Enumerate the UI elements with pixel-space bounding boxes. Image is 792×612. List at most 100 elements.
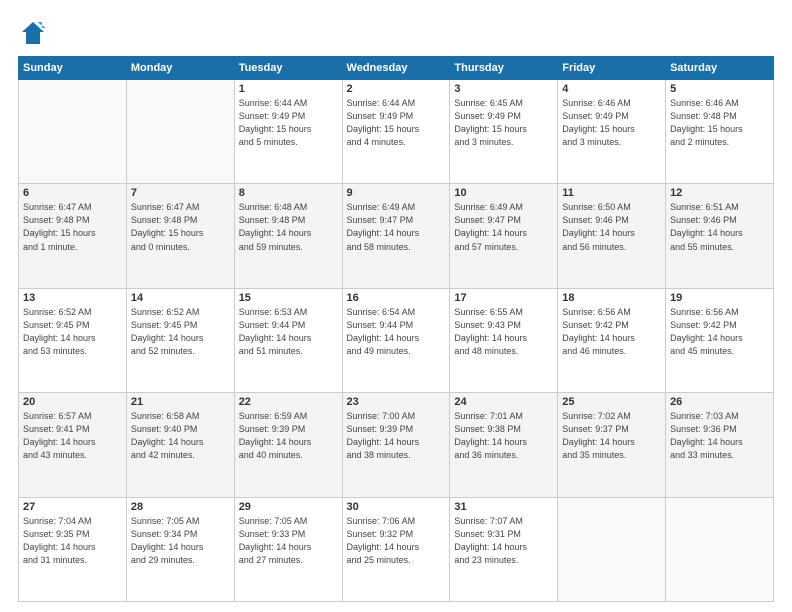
day-number: 26 — [670, 396, 769, 408]
header — [18, 18, 774, 48]
day-detail: Sunrise: 6:50 AM Sunset: 9:46 PM Dayligh… — [562, 201, 661, 253]
day-detail: Sunrise: 6:52 AM Sunset: 9:45 PM Dayligh… — [131, 306, 230, 358]
day-number: 10 — [454, 187, 553, 199]
day-number: 22 — [239, 396, 338, 408]
day-number: 29 — [239, 501, 338, 513]
day-number: 4 — [562, 83, 661, 95]
day-number: 19 — [670, 292, 769, 304]
calendar-header-row: SundayMondayTuesdayWednesdayThursdayFrid… — [19, 57, 774, 80]
calendar-table: SundayMondayTuesdayWednesdayThursdayFrid… — [18, 56, 774, 602]
day-detail: Sunrise: 6:47 AM Sunset: 9:48 PM Dayligh… — [23, 201, 122, 253]
day-number: 8 — [239, 187, 338, 199]
day-detail: Sunrise: 6:53 AM Sunset: 9:44 PM Dayligh… — [239, 306, 338, 358]
calendar-cell: 13Sunrise: 6:52 AM Sunset: 9:45 PM Dayli… — [19, 288, 127, 392]
calendar-cell — [126, 80, 234, 184]
day-detail: Sunrise: 6:55 AM Sunset: 9:43 PM Dayligh… — [454, 306, 553, 358]
calendar-cell: 30 Sunrise: 7:06 AM Sunset: 9:32 PM Dayli… — [342, 497, 450, 601]
col-header-thursday: Thursday — [450, 57, 558, 80]
day-number: 31 — [454, 501, 553, 513]
day-number: 14 — [131, 292, 230, 304]
calendar-cell: 16 Sunrise: 6:54 AM Sunset: 9:44 PM Dayli… — [342, 288, 450, 392]
day-detail: Sunrise: 6:52 AM Sunset: 9:45 PM Dayligh… — [23, 306, 122, 358]
calendar-cell: 20 Sunrise: 6:57 AM Sunset: 9:41 PM Dayli… — [19, 393, 127, 497]
calendar-week-row: 27Sunrise: 7:04 AM Sunset: 9:35 PM Dayli… — [19, 497, 774, 601]
day-number: 27 — [23, 501, 122, 513]
calendar-cell: 21 Sunrise: 6:58 AM Sunset: 9:40 PM Dayli… — [126, 393, 234, 497]
calendar-cell: 31 Sunrise: 7:07 AM Sunset: 9:31 PM Dayli… — [450, 497, 558, 601]
day-number: 21 — [131, 396, 230, 408]
calendar-cell: 11 Sunrise: 6:50 AM Sunset: 9:46 PM Dayli… — [558, 184, 666, 288]
calendar-cell: 22 Sunrise: 6:59 AM Sunset: 9:39 PM Dayli… — [234, 393, 342, 497]
calendar-cell — [666, 497, 774, 601]
day-number: 24 — [454, 396, 553, 408]
col-header-monday: Monday — [126, 57, 234, 80]
calendar-cell: 9 Sunrise: 6:49 AM Sunset: 9:47 PM Daylig… — [342, 184, 450, 288]
col-header-saturday: Saturday — [666, 57, 774, 80]
day-detail: Sunrise: 6:48 AM Sunset: 9:48 PM Dayligh… — [239, 201, 338, 253]
logo — [18, 18, 52, 48]
day-detail: Sunrise: 6:54 AM Sunset: 9:44 PM Dayligh… — [347, 306, 446, 358]
day-number: 23 — [347, 396, 446, 408]
calendar-cell: 6Sunrise: 6:47 AM Sunset: 9:48 PM Daylig… — [19, 184, 127, 288]
calendar-cell: 14 Sunrise: 6:52 AM Sunset: 9:45 PM Dayli… — [126, 288, 234, 392]
day-detail: Sunrise: 6:44 AM Sunset: 9:49 PM Dayligh… — [347, 97, 446, 149]
calendar-cell: 1 Sunrise: 6:44 AM Sunset: 9:49 PM Daylig… — [234, 80, 342, 184]
col-header-tuesday: Tuesday — [234, 57, 342, 80]
day-number: 3 — [454, 83, 553, 95]
calendar-cell: 8 Sunrise: 6:48 AM Sunset: 9:48 PM Daylig… — [234, 184, 342, 288]
day-number: 5 — [670, 83, 769, 95]
day-detail: Sunrise: 6:44 AM Sunset: 9:49 PM Dayligh… — [239, 97, 338, 149]
calendar-cell — [558, 497, 666, 601]
calendar-cell: 29Sunrise: 7:05 AM Sunset: 9:33 PM Dayli… — [234, 497, 342, 601]
col-header-friday: Friday — [558, 57, 666, 80]
day-number: 12 — [670, 187, 769, 199]
calendar-cell: 12 Sunrise: 6:51 AM Sunset: 9:46 PM Dayli… — [666, 184, 774, 288]
day-number: 1 — [239, 83, 338, 95]
day-detail: Sunrise: 6:47 AM Sunset: 9:48 PM Dayligh… — [131, 201, 230, 253]
day-detail: Sunrise: 6:51 AM Sunset: 9:46 PM Dayligh… — [670, 201, 769, 253]
calendar-week-row: 13Sunrise: 6:52 AM Sunset: 9:45 PM Dayli… — [19, 288, 774, 392]
day-detail: Sunrise: 6:49 AM Sunset: 9:47 PM Dayligh… — [454, 201, 553, 253]
day-number: 25 — [562, 396, 661, 408]
logo-icon — [18, 18, 48, 48]
day-detail: Sunrise: 6:56 AM Sunset: 9:42 PM Dayligh… — [562, 306, 661, 358]
day-detail: Sunrise: 7:06 AM Sunset: 9:32 PM Dayligh… — [347, 515, 446, 567]
day-number: 16 — [347, 292, 446, 304]
calendar-cell: 19 Sunrise: 6:56 AM Sunset: 9:42 PM Dayli… — [666, 288, 774, 392]
day-number: 15 — [239, 292, 338, 304]
col-header-wednesday: Wednesday — [342, 57, 450, 80]
day-number: 2 — [347, 83, 446, 95]
day-detail: Sunrise: 7:07 AM Sunset: 9:31 PM Dayligh… — [454, 515, 553, 567]
col-header-sunday: Sunday — [19, 57, 127, 80]
calendar-week-row: 1 Sunrise: 6:44 AM Sunset: 9:49 PM Daylig… — [19, 80, 774, 184]
calendar-cell: 18 Sunrise: 6:56 AM Sunset: 9:42 PM Dayli… — [558, 288, 666, 392]
day-number: 9 — [347, 187, 446, 199]
day-number: 20 — [23, 396, 122, 408]
calendar-week-row: 20 Sunrise: 6:57 AM Sunset: 9:41 PM Dayli… — [19, 393, 774, 497]
day-detail: Sunrise: 6:59 AM Sunset: 9:39 PM Dayligh… — [239, 410, 338, 462]
calendar-cell: 28 Sunrise: 7:05 AM Sunset: 9:34 PM Dayli… — [126, 497, 234, 601]
day-number: 30 — [347, 501, 446, 513]
day-number: 17 — [454, 292, 553, 304]
day-detail: Sunrise: 6:57 AM Sunset: 9:41 PM Dayligh… — [23, 410, 122, 462]
calendar-cell: 24 Sunrise: 7:01 AM Sunset: 9:38 PM Dayli… — [450, 393, 558, 497]
page: SundayMondayTuesdayWednesdayThursdayFrid… — [0, 0, 792, 612]
calendar-cell: 27Sunrise: 7:04 AM Sunset: 9:35 PM Dayli… — [19, 497, 127, 601]
day-number: 28 — [131, 501, 230, 513]
calendar-cell: 7 Sunrise: 6:47 AM Sunset: 9:48 PM Daylig… — [126, 184, 234, 288]
calendar-cell: 5 Sunrise: 6:46 AM Sunset: 9:48 PM Daylig… — [666, 80, 774, 184]
calendar-cell — [19, 80, 127, 184]
day-detail: Sunrise: 6:58 AM Sunset: 9:40 PM Dayligh… — [131, 410, 230, 462]
day-detail: Sunrise: 6:45 AM Sunset: 9:49 PM Dayligh… — [454, 97, 553, 149]
day-detail: Sunrise: 6:56 AM Sunset: 9:42 PM Dayligh… — [670, 306, 769, 358]
day-number: 18 — [562, 292, 661, 304]
day-detail: Sunrise: 6:46 AM Sunset: 9:48 PM Dayligh… — [670, 97, 769, 149]
day-detail: Sunrise: 7:01 AM Sunset: 9:38 PM Dayligh… — [454, 410, 553, 462]
day-detail: Sunrise: 7:05 AM Sunset: 9:34 PM Dayligh… — [131, 515, 230, 567]
day-number: 7 — [131, 187, 230, 199]
calendar-cell: 2 Sunrise: 6:44 AM Sunset: 9:49 PM Daylig… — [342, 80, 450, 184]
calendar-cell: 26Sunrise: 7:03 AM Sunset: 9:36 PM Dayli… — [666, 393, 774, 497]
day-number: 11 — [562, 187, 661, 199]
calendar-cell: 17 Sunrise: 6:55 AM Sunset: 9:43 PM Dayli… — [450, 288, 558, 392]
day-detail: Sunrise: 6:49 AM Sunset: 9:47 PM Dayligh… — [347, 201, 446, 253]
